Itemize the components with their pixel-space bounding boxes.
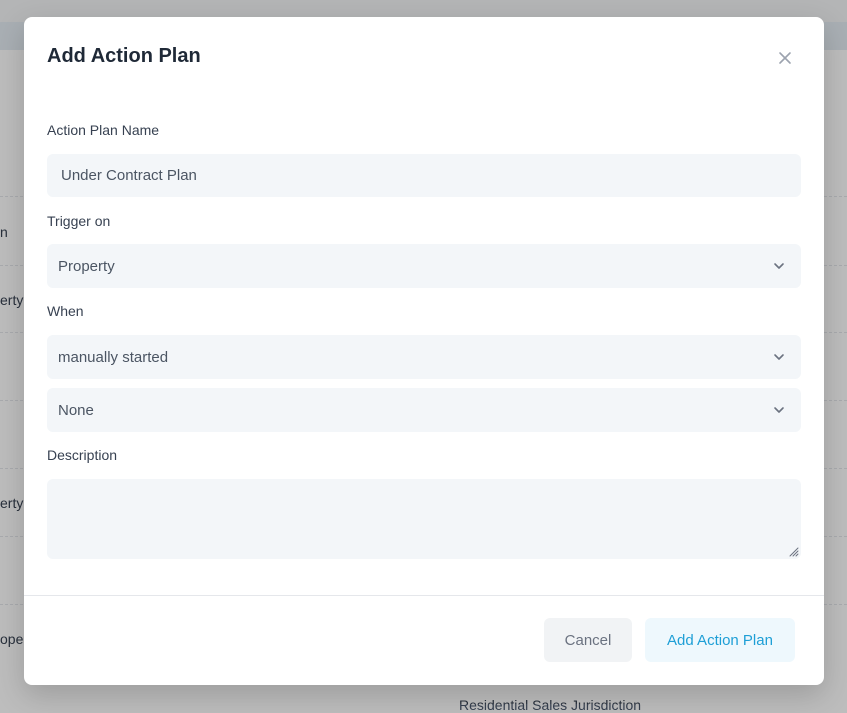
resize-grip-icon[interactable] bbox=[787, 545, 799, 557]
add-action-plan-dialog: Add Action Plan Action Plan Name Trigger… bbox=[24, 17, 824, 685]
add-action-plan-button[interactable]: Add Action Plan bbox=[645, 618, 795, 662]
when-value: manually started bbox=[58, 348, 169, 366]
footer-divider bbox=[24, 595, 824, 596]
action-plan-name-input[interactable] bbox=[47, 154, 801, 197]
action-plan-name-label: Action Plan Name bbox=[47, 122, 160, 138]
dialog-title: Add Action Plan bbox=[47, 45, 201, 67]
chevron-down-icon bbox=[774, 407, 784, 413]
when-select[interactable]: manually started bbox=[47, 335, 801, 379]
cancel-button[interactable]: Cancel bbox=[544, 618, 632, 662]
close-button[interactable] bbox=[773, 46, 797, 70]
chevron-down-icon bbox=[774, 263, 784, 269]
description-label: Description bbox=[47, 447, 118, 463]
when-label: When bbox=[47, 303, 84, 319]
close-icon bbox=[779, 52, 791, 64]
trigger-on-label: Trigger on bbox=[47, 213, 111, 229]
description-textarea[interactable] bbox=[47, 479, 801, 559]
when-detail-value: None bbox=[58, 401, 94, 419]
chevron-down-icon bbox=[774, 354, 784, 360]
trigger-on-value: Property bbox=[58, 257, 115, 275]
trigger-on-select[interactable]: Property bbox=[47, 244, 801, 288]
when-detail-select[interactable]: None bbox=[47, 388, 801, 432]
